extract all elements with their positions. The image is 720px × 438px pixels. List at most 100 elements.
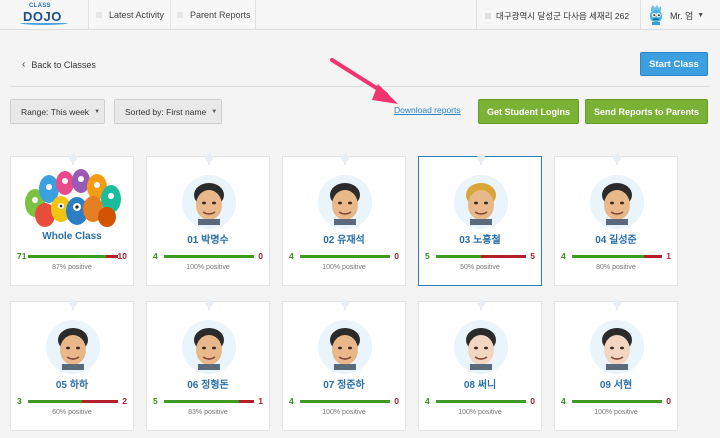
student-name: 03 노홍철 [459,235,501,246]
positive-percentage: 100% positive [186,264,230,271]
sort-label: Sorted by: [125,106,164,117]
get-student-logins-button[interactable]: Get Student Logins [478,99,579,124]
positive-percentage: 100% positive [458,409,502,416]
positive-percentage: 100% positive [322,264,366,271]
nav-latest-activity[interactable]: Latest Activity [96,10,164,20]
negative-bar-fill [239,400,254,403]
behavior-ratio-bar [436,255,526,258]
positive-count: 5 [153,396,158,406]
positive-bar-fill [164,255,254,258]
negative-count: 1 [666,251,671,261]
pin-icon [341,154,349,165]
negative-bar-fill [106,255,118,258]
behavior-ratio-bar [572,255,662,258]
positive-percentage: 80% positive [596,264,636,271]
student-card[interactable]: 01 박명수 4 0 100% positive [146,154,270,286]
positive-bar-fill [572,255,644,258]
positive-count: 4 [561,396,566,406]
positive-percentage: 87% positive [52,264,92,271]
student-card[interactable]: 03 노홍철 5 5 50% positive [418,154,542,286]
positive-percentage: 50% positive [460,264,500,271]
school-icon [485,13,491,19]
activity-icon [96,12,102,18]
student-card[interactable]: 02 유재석 4 0 100% positive [282,154,406,286]
negative-count: 0 [666,396,671,406]
negative-count: 0 [530,396,535,406]
sort-value: First name [166,106,207,117]
positive-count: 3 [17,396,22,406]
student-name: 08 써니 [463,380,497,391]
student-avatar-icon [466,183,496,225]
positive-percentage: 100% positive [594,409,638,416]
positive-bar-fill [28,400,82,403]
positive-bar-fill [300,255,390,258]
pin-icon [341,299,349,310]
positive-percentage: 100% positive [322,409,366,416]
school-name-label: 대구광역시 달성군 다사읍 세재리 262 [496,11,630,21]
positive-count: 5 [425,251,430,261]
negative-count: 0 [258,251,263,261]
behavior-ratio-bar [28,400,118,403]
back-to-classes-link[interactable]: ‹ Back to Classes [22,59,96,70]
pin-icon [613,299,621,310]
pin-icon [205,299,213,310]
classdojo-logo[interactable]: CLASS DOJO [18,3,70,27]
student-card[interactable]: 05 하하 3 2 60% positive [10,299,134,431]
reports-icon [177,12,183,18]
behavior-ratio-bar [572,400,662,403]
behavior-ratio-bar [436,400,526,403]
student-avatar-icon [602,328,632,370]
positive-bar-fill [572,400,662,403]
student-avatar-icon [194,328,224,370]
student-card[interactable]: 06 정형돈 5 1 83% positive [146,299,270,431]
negative-count: 0 [394,396,399,406]
student-avatar-icon [330,183,360,225]
positive-percentage: 60% positive [52,409,92,416]
start-class-button[interactable]: Start Class [640,52,708,76]
nav-latest-activity-label: Latest Activity [109,10,165,20]
behavior-ratio-bar [300,255,390,258]
school-name[interactable]: 대구광역시 달성군 다사읍 세재리 262 [485,10,629,22]
range-dropdown[interactable]: Range: This week ▼ [10,99,105,124]
divider [10,86,710,87]
student-name: 01 박명수 [187,235,229,246]
student-card[interactable]: 08 써니 4 0 100% positive [418,299,542,431]
positive-count: 4 [289,396,294,406]
back-to-classes-label: Back to Classes [31,59,96,70]
chevron-down-icon: ▼ [697,11,705,19]
negative-bar-fill [82,400,118,403]
download-reports-link[interactable]: Download reports [394,105,461,115]
chevron-left-icon: ‹ [22,59,26,70]
positive-bar-fill [436,255,481,258]
student-name: 06 정형돈 [187,380,229,391]
negative-bar-fill [644,255,662,258]
teacher-monster-avatar-icon [650,5,662,25]
sort-dropdown[interactable]: Sorted by: First name ▼ [114,99,222,124]
student-avatar-icon [58,328,88,370]
positive-count: 4 [561,251,566,261]
negative-count: 5 [530,251,535,261]
user-menu[interactable]: Mr. 엄 ▼ [648,5,704,25]
student-card[interactable]: 09 서현 4 0 100% positive [554,299,678,431]
nav-parent-reports[interactable]: Parent Reports [177,10,251,20]
student-avatar-icon [466,328,496,370]
chevron-down-icon: ▼ [94,108,101,115]
whole-class-card[interactable]: Whole Class 71 10 87% positive [10,154,134,286]
student-card[interactable]: 07 정준하 4 0 100% positive [282,299,406,431]
negative-count: 2 [122,396,127,406]
behavior-ratio-bar [164,255,254,258]
pin-icon [477,154,485,165]
behavior-ratio-bar [300,400,390,403]
range-label: Range: [21,106,49,117]
positive-bar-fill [28,255,106,258]
student-name: 02 유재석 [323,235,365,246]
user-name: Mr. 엄 [670,10,694,21]
positive-bar-fill [436,400,526,403]
pin-icon [477,299,485,310]
student-avatar-icon [194,183,224,225]
range-value: This week [50,106,90,117]
positive-percentage: 83% positive [188,409,228,416]
send-reports-button[interactable]: Send Reports to Parents [585,99,708,124]
negative-count: 10 [117,251,127,261]
student-card[interactable]: 04 길성준 4 1 80% positive [554,154,678,286]
